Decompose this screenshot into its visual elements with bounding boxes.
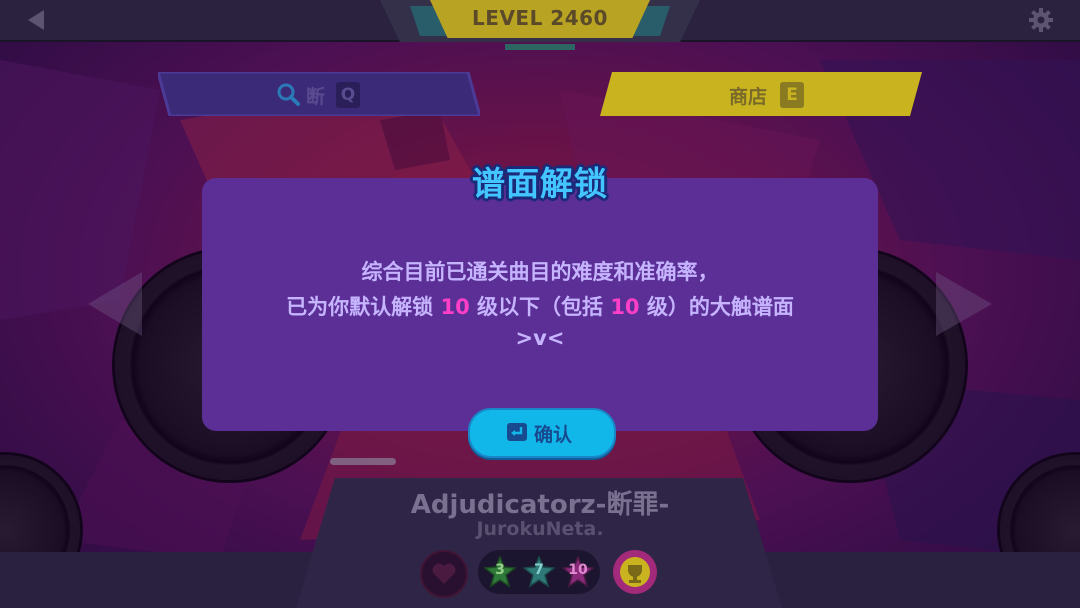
confirm-button[interactable]: 确认	[468, 408, 616, 458]
tab-shop-hotkey: E	[780, 82, 804, 108]
song-artist: JurokuNeta.	[476, 518, 604, 540]
difficulty-master-level: 10	[568, 562, 588, 578]
song-list-scroll[interactable]	[330, 458, 396, 465]
dialog-message-line2: 已为你默认解锁 10 级以下（包括 10 级）的大触谱面	[202, 291, 878, 321]
heart-icon	[432, 563, 456, 584]
line2-suffix: 级）的大触谱面	[639, 295, 794, 319]
line2-middle: 级以下（包括	[469, 295, 611, 319]
confirm-button-label: 确认	[534, 424, 573, 446]
tab-shop-label: 商店	[729, 86, 768, 108]
dialog-title: 谱面解锁	[472, 164, 608, 203]
back-arrow-icon[interactable]	[24, 8, 48, 32]
dialog-message-line1: 综合目前已通关曲目的难度和准确率，	[361, 260, 719, 284]
trophy-icon	[620, 557, 650, 587]
player-level: LEVEL 2460	[472, 6, 608, 30]
highlight-level-2: 10	[610, 295, 640, 319]
favorite-button[interactable]	[420, 550, 468, 598]
magnifier-icon	[277, 83, 300, 106]
dialog-message-line3: >v<	[515, 326, 565, 350]
tab-search-hotkey: Q	[336, 82, 360, 108]
difficulty-hard-level: 7	[534, 562, 544, 578]
line2-prefix: 已为你默认解锁	[286, 295, 441, 319]
difficulty-easy-level: 3	[495, 562, 505, 578]
rank-button[interactable]	[613, 550, 657, 594]
tab-search-label: 断	[306, 86, 326, 108]
gear-icon[interactable]	[1028, 7, 1054, 33]
highlight-level-1: 10	[440, 295, 470, 319]
enter-key-icon	[507, 423, 527, 441]
song-title: Adjudicatorz-断罪-	[410, 490, 670, 520]
